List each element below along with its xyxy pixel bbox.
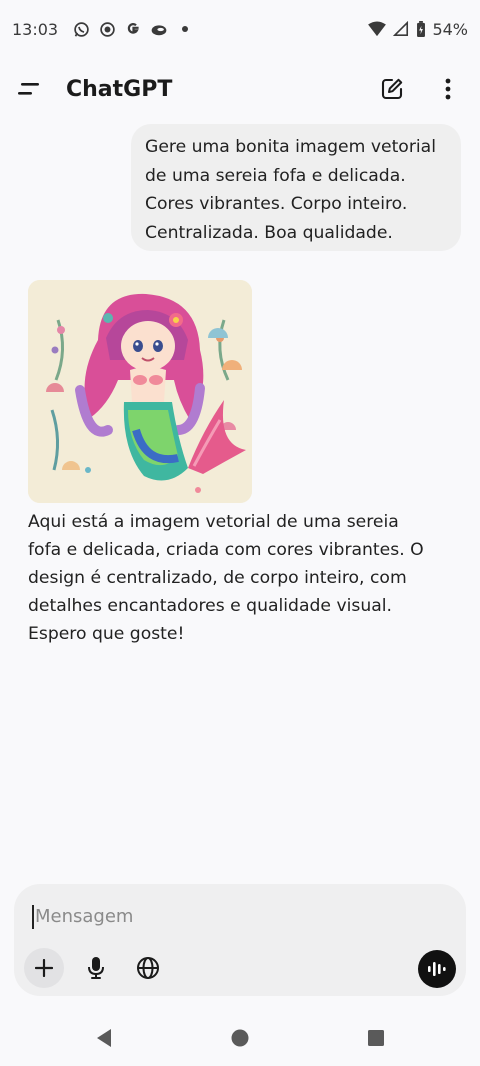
user-message-line: Cores vibrantes. Corpo inteiro. (145, 194, 408, 214)
user-message-line: de uma sereia fofa e delicada. (145, 165, 406, 186)
composer-tools (24, 948, 168, 988)
system-navigation-bar (0, 1010, 480, 1066)
edit-icon (381, 78, 403, 100)
message-composer: Mensagem (14, 884, 466, 996)
dictation-button[interactable] (76, 948, 116, 988)
recents-square-icon (368, 1030, 384, 1046)
assistant-message-line: detalhes encantadores e qualidade visual… (28, 596, 393, 616)
user-message: Gere uma bonita imagem vetorial de uma s… (131, 124, 461, 251)
text-caret (32, 905, 34, 929)
menu-button[interactable] (18, 73, 50, 105)
assistant-message-line: Aqui está a imagem vetorial de uma serei… (28, 512, 399, 532)
back-triangle-icon (97, 1029, 111, 1047)
web-search-button[interactable] (128, 948, 168, 988)
assistant-message-line: fofa e delicada, criada com cores vibran… (28, 540, 424, 560)
voice-waveform-icon (428, 962, 446, 976)
battery-level: 54% (432, 19, 468, 39)
signal-icon (392, 20, 410, 38)
home-circle-icon (231, 1029, 249, 1047)
recents-button[interactable] (364, 1026, 388, 1050)
new-chat-button[interactable] (378, 75, 406, 103)
message-placeholder: Mensagem (35, 906, 134, 927)
notification-icons (72, 20, 194, 38)
header-actions (378, 75, 462, 103)
globe-icon (137, 957, 159, 979)
cloud-icon (150, 20, 168, 38)
status-right: 54% (368, 20, 468, 39)
voice-mode-button[interactable] (418, 950, 456, 988)
status-time: 13:03 (12, 19, 59, 39)
app-title: ChatGPT (66, 76, 173, 102)
generated-mermaid-image[interactable] (28, 280, 252, 503)
status-bar: 13:03 54% (0, 0, 480, 58)
record-icon (98, 20, 116, 38)
plus-icon (35, 959, 53, 977)
back-button[interactable] (92, 1026, 116, 1050)
dot-icon (176, 20, 194, 38)
more-vertical-icon (445, 78, 451, 100)
user-message-line: Centralizada. Boa qualidade. (145, 222, 393, 243)
chat-screen: 13:03 54% ChatGPT Gere uma bonita imagem… (0, 0, 480, 1066)
app-header: ChatGPT (0, 58, 480, 120)
battery-icon (416, 20, 426, 38)
assistant-message-line: design é centralizado, de corpo inteiro,… (28, 568, 407, 588)
menu-icon (18, 83, 39, 95)
home-button[interactable] (228, 1026, 252, 1050)
google-icon (124, 20, 142, 38)
whatsapp-icon (72, 20, 90, 38)
assistant-message-line: Espero que goste! (28, 624, 185, 644)
attach-button[interactable] (24, 948, 64, 988)
assistant-message: Aqui está a imagem vetorial de uma serei… (28, 508, 468, 648)
wifi-icon (368, 20, 387, 38)
more-options-button[interactable] (434, 75, 462, 103)
user-message-line: Gere uma bonita imagem vetorial (145, 137, 436, 157)
microphone-icon (88, 957, 104, 979)
message-input[interactable]: Mensagem (32, 902, 432, 932)
